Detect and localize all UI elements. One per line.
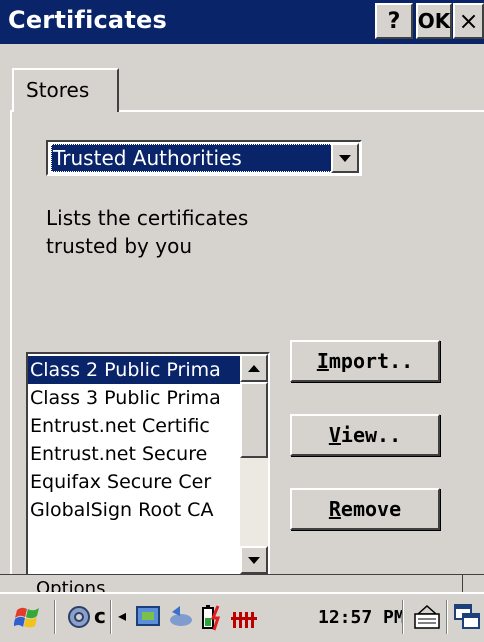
import-button-label: mport.. [328, 349, 414, 373]
certificate-list[interactable]: Class 2 Public Prima Class 3 Public Prima… [26, 352, 270, 576]
close-button[interactable]: × [453, 3, 484, 39]
view-button-mnemonic: V [328, 423, 341, 447]
keyboard-icon[interactable] [412, 602, 442, 632]
sync-icon[interactable] [166, 602, 196, 632]
taskbar-separator [446, 600, 448, 634]
scroll-thumb[interactable] [240, 382, 268, 458]
taskbar-separator [110, 600, 112, 634]
options-bar: Options [0, 574, 484, 593]
ok-button[interactable]: OK [416, 3, 452, 39]
list-item[interactable]: Class 3 Public Prima [28, 384, 240, 412]
list-item[interactable]: GlobalSign Root CA [28, 496, 240, 524]
options-label[interactable]: Options [36, 579, 105, 594]
dialog-client-area: Stores Trusted Authorities Lists the cer… [0, 44, 484, 576]
options-arrow[interactable] [462, 575, 484, 593]
scroll-down-button[interactable] [240, 546, 268, 574]
list-item[interactable]: Entrust.net Certific [28, 412, 240, 440]
window-title: Certificates [8, 6, 167, 34]
import-button[interactable]: Import.. [290, 340, 440, 382]
settings-gear-icon[interactable] [64, 602, 94, 632]
arrow-up-icon [248, 364, 260, 372]
dropdown-arrow-button[interactable] [331, 143, 359, 173]
chevron-down-icon [339, 154, 351, 162]
taskbar: c ◂ 12:57 PM [0, 592, 484, 642]
list-item[interactable]: Equifax Secure Cer [28, 468, 240, 496]
network-icon[interactable] [134, 602, 164, 632]
store-select-value: Trusted Authorities [51, 144, 333, 172]
tab-stores[interactable]: Stores [12, 68, 119, 112]
list-item[interactable]: Entrust.net Secure [28, 440, 240, 468]
certificate-list-items: Class 2 Public Prima Class 3 Public Prima… [28, 356, 240, 524]
list-item[interactable]: Class 2 Public Prima [28, 356, 240, 384]
view-button-label: iew.. [340, 423, 402, 447]
tab-stores-label: Stores [26, 78, 90, 102]
battery-icon[interactable] [196, 602, 226, 632]
list-scrollbar[interactable] [240, 354, 268, 574]
taskbar-separator [54, 600, 56, 634]
chevron-left-icon[interactable]: ◂ [118, 606, 132, 636]
remove-button-label: emove [340, 497, 402, 521]
remove-button-mnemonic: R [328, 497, 341, 521]
store-description: Lists the certificates trusted by you [46, 206, 249, 258]
import-button-mnemonic: I [316, 349, 329, 373]
scroll-up-button[interactable] [240, 354, 268, 382]
arrow-down-icon [248, 556, 260, 564]
store-select[interactable]: Trusted Authorities [46, 140, 362, 176]
remove-button[interactable]: Remove [290, 488, 440, 530]
clock[interactable]: 12:57 PM [318, 607, 405, 628]
windows-switch-icon[interactable] [452, 602, 482, 632]
title-bar: Certificates ? OK × [0, 0, 484, 44]
taskbar-separator [402, 600, 404, 634]
view-button[interactable]: View.. [290, 414, 440, 456]
help-button[interactable]: ? [375, 3, 413, 39]
start-flag-icon[interactable] [14, 602, 44, 632]
signal-icon[interactable] [230, 602, 260, 632]
